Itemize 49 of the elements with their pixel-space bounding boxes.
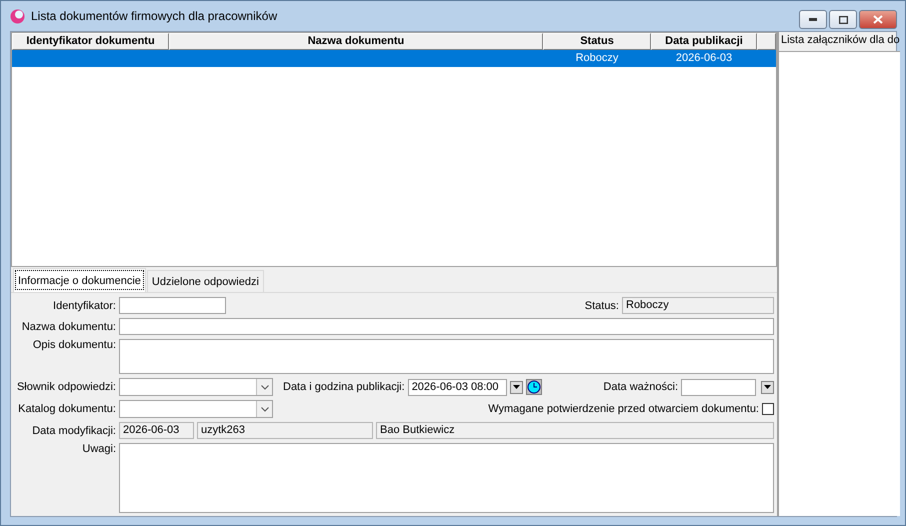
text-area[interactable] [119, 443, 774, 513]
app-icon [10, 8, 25, 24]
field-label: Słownik odpowiedzi: [16, 381, 116, 393]
tab[interactable]: Udzielone odpowiedzi [146, 270, 264, 292]
column-header[interactable]: Data publikacji [651, 33, 757, 50]
table-cell-text: Roboczy [574, 51, 620, 66]
close-button[interactable] [859, 10, 897, 29]
field-label: Uwagi: [81, 443, 116, 455]
input-field[interactable]: 2026-06-03 08:00 [408, 378, 507, 396]
input-field[interactable]: uzytk263 [197, 422, 373, 439]
input-field[interactable]: 2026-06-03 [119, 422, 194, 439]
column-header[interactable]: Status [543, 33, 651, 50]
checkbox[interactable] [762, 403, 774, 415]
table-cell-text: 2026-06-03 [674, 51, 734, 66]
input-field[interactable]: Bao Butkiewicz [376, 422, 774, 439]
column-header[interactable]: Nazwa dokumentu [169, 33, 543, 50]
field-label: Katalog dokumentu: [17, 403, 116, 415]
window-title: Lista dokumentów firmowych dla pracowników [31, 9, 278, 23]
minimize-button[interactable] [799, 10, 827, 29]
field-label: Data i godzina publikacji: [283, 381, 405, 393]
triangle-down-icon [512, 385, 520, 389]
field-label: Identyfikator: [52, 300, 116, 312]
column-header[interactable]: Identyfikator dokumentu [12, 33, 169, 50]
panel-title: Lista załączników dla do [780, 33, 900, 48]
input-field[interactable] [681, 378, 756, 396]
field-label: Nazwa dokumentu: [20, 320, 116, 332]
text-area[interactable] [119, 339, 774, 374]
dropdown-button[interactable] [761, 380, 774, 394]
dropdown-field[interactable] [119, 378, 273, 396]
chevron-down-icon [260, 384, 268, 390]
input-field[interactable] [119, 318, 774, 335]
field-label: Data ważności: [603, 381, 678, 393]
dropdown-field[interactable] [119, 400, 273, 418]
dropdown-button[interactable] [510, 380, 523, 394]
maximize-button[interactable] [829, 10, 857, 29]
triangle-down-icon [764, 385, 771, 389]
close-icon [873, 15, 883, 24]
minimize-icon [809, 18, 817, 21]
clock-icon[interactable] [526, 379, 542, 395]
tab[interactable]: Informacje o dokumencie [13, 268, 146, 292]
field-label: Wymagane potwierdzenie przed otwarciem dokumentu: [488, 403, 759, 415]
field-label: Status: [584, 300, 619, 312]
input-field[interactable] [119, 297, 226, 314]
chevron-down-icon [260, 406, 268, 412]
input-field[interactable]: Roboczy [622, 297, 774, 314]
field-label: Opis dokumentu: [32, 339, 116, 351]
table-row[interactable]: Roboczy 2026-06-03 [12, 50, 776, 67]
maximize-icon [838, 16, 848, 24]
field-label: Data modyfikacji: [31, 424, 116, 436]
